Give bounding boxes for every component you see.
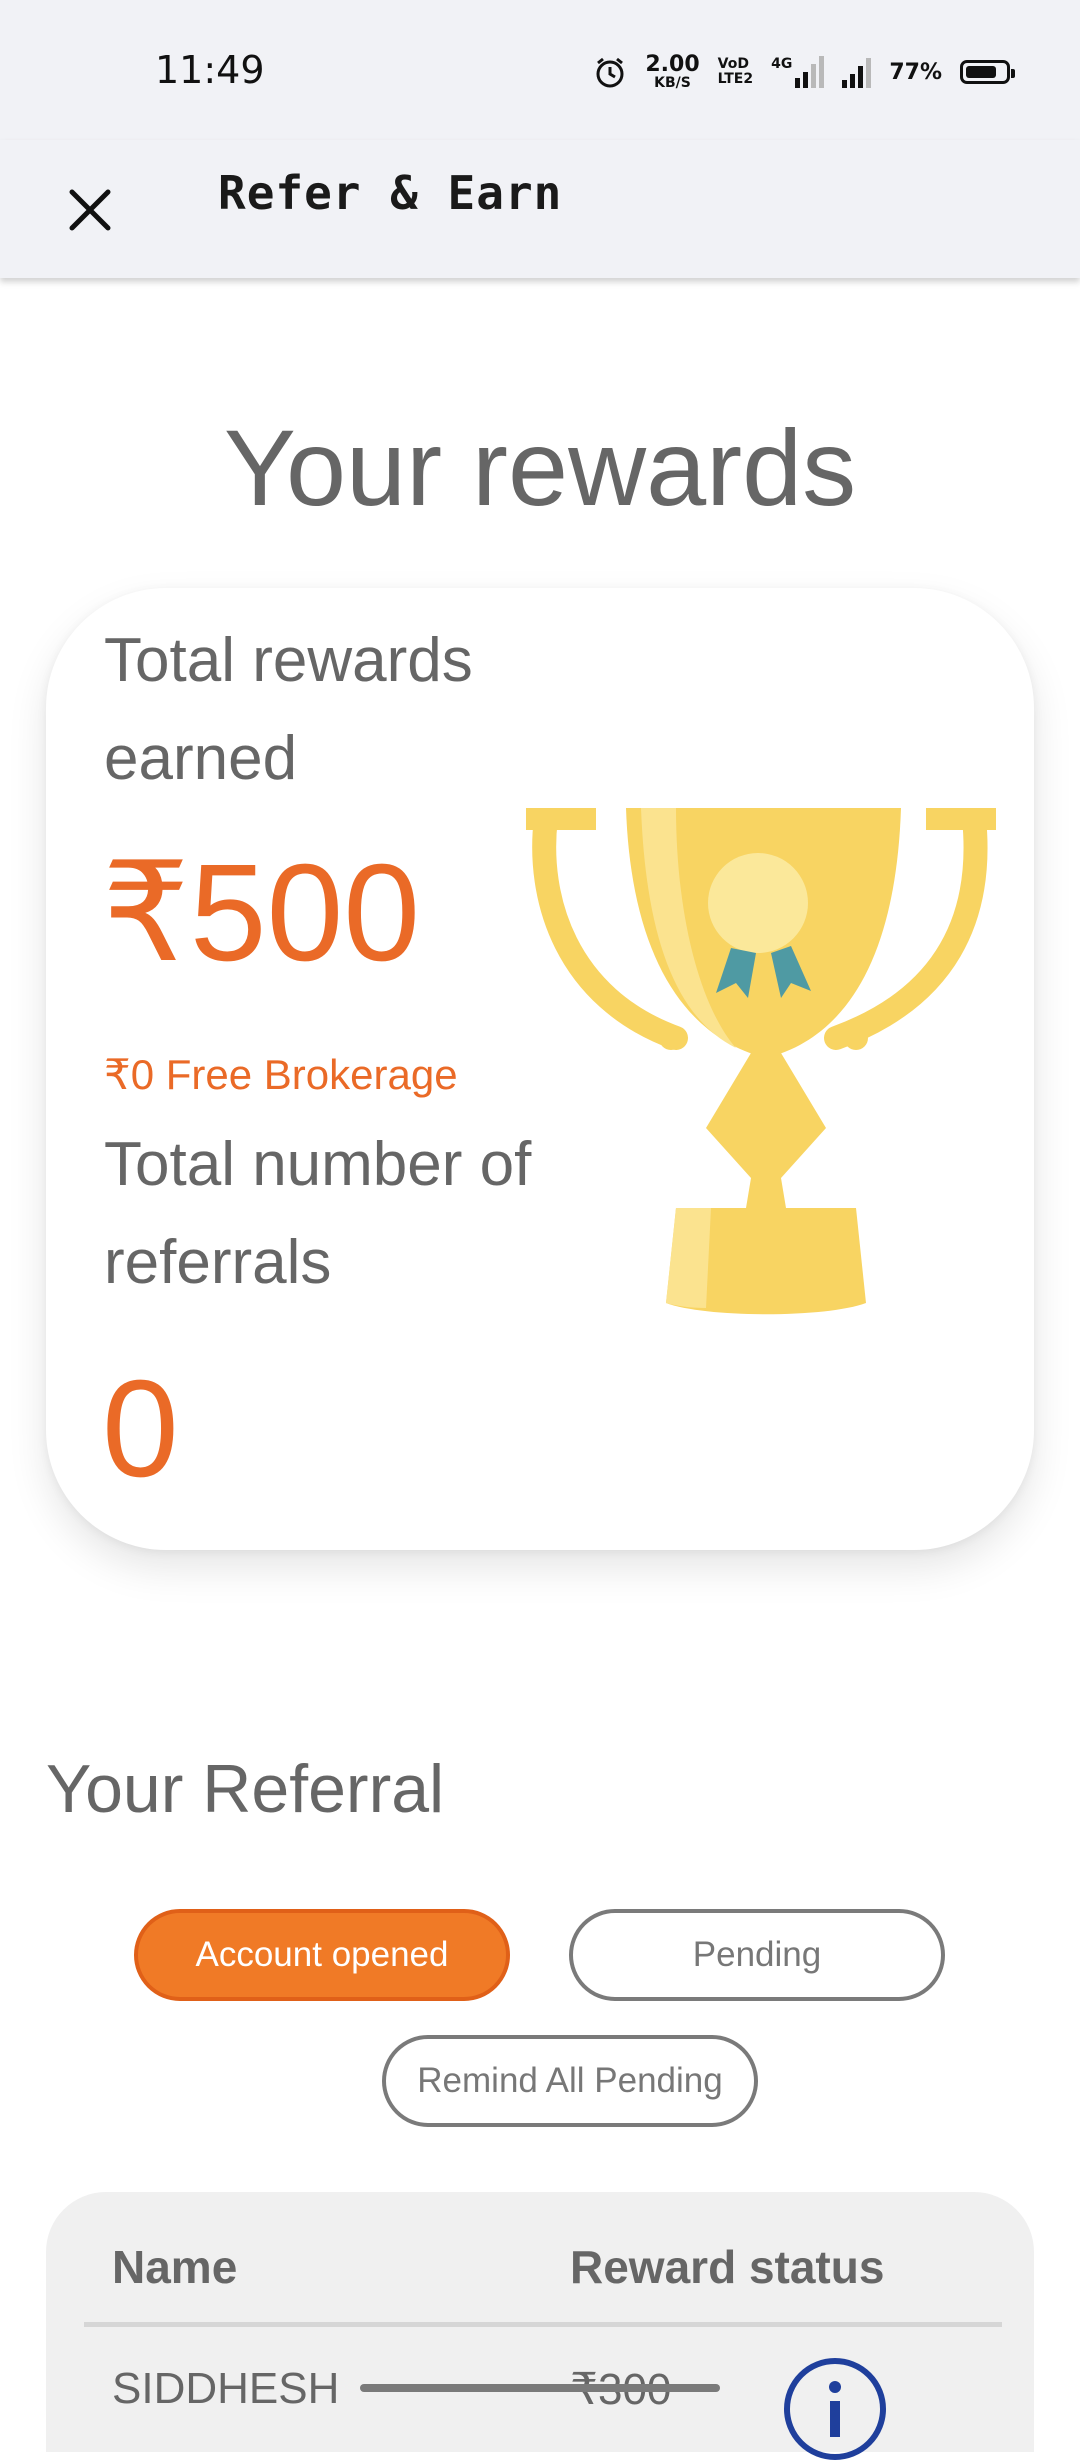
app-bar: Refer & Earn (0, 140, 1080, 278)
total-referrals-label: Total number of referrals (104, 1130, 532, 1297)
free-brokerage-text: ₹0 Free Brokerage (104, 1051, 458, 1098)
trophy-icon (526, 808, 996, 1315)
page-title: Refer & Earn (218, 166, 563, 220)
tab-account-opened[interactable]: Account opened (134, 1909, 510, 2001)
table-header-divider (84, 2322, 1002, 2327)
total-rewards-value: ₹500 (102, 836, 421, 990)
referral-table: Name Reward status SIDDHESH ₹300 (46, 2192, 1034, 2460)
close-icon (69, 189, 111, 231)
column-header-name: Name (112, 2241, 238, 2293)
net-speed: 2.00 KB/S (645, 52, 700, 91)
total-referrals-value: 0 (102, 1352, 179, 1506)
status-bar: 11:49 2.00 KB/S VoD LTE2 4G 77% (0, 0, 1080, 140)
info-icon[interactable] (783, 2357, 887, 2461)
signal-icon-sim2 (842, 56, 872, 88)
signal-icon-sim1: 4G (771, 56, 825, 88)
status-time: 11:49 (155, 48, 265, 92)
referral-section-title: Your Referral (46, 1751, 445, 1827)
rewards-heading: Your rewards (223, 407, 857, 528)
status-icons: 2.00 KB/S VoD LTE2 4G 77% (593, 50, 1015, 94)
home-indicator[interactable] (360, 2384, 720, 2392)
tab-pending[interactable]: Pending (569, 1909, 945, 2001)
column-header-reward-status: Reward status (570, 2241, 885, 2293)
battery-icon (960, 60, 1015, 84)
rewards-card: Total rewards earned ₹500 ₹0 Free Broker… (46, 588, 1034, 1550)
alarm-icon (596, 57, 624, 88)
close-button[interactable] (50, 170, 130, 250)
battery-percent: 77% (889, 59, 942, 85)
remind-all-pending-button[interactable]: Remind All Pending (382, 2035, 758, 2127)
row-name: SIDDHESH (112, 2364, 340, 2413)
volte-indicator: VoD LTE2 (717, 56, 754, 87)
total-rewards-label: Total rewards earned (104, 626, 473, 793)
